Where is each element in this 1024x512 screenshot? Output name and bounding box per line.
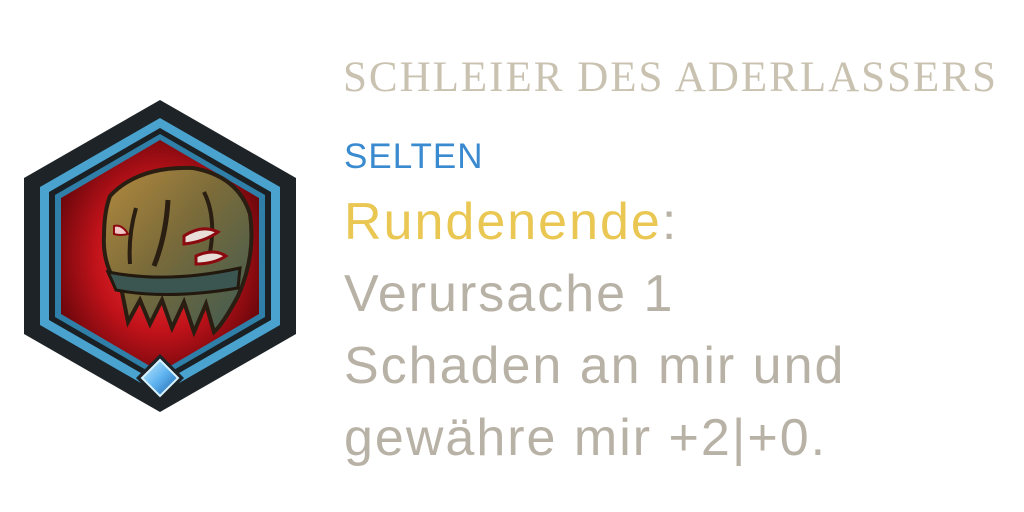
trigger-separator: : bbox=[661, 193, 679, 251]
description-line: Schaden an mir und bbox=[344, 337, 846, 395]
mask-shape bbox=[101, 165, 254, 338]
item-description: Rundenende: Verursache 1 Schaden an mir … bbox=[344, 186, 1014, 474]
item-title: SCHLEIER DES ADERLASSERS bbox=[343, 54, 998, 101]
veil-mask-icon bbox=[24, 100, 296, 412]
description-line: Verursache 1 bbox=[344, 265, 675, 323]
item-card: SCHLEIER DES ADERLASSERS SELTEN Rundenen… bbox=[0, 0, 1024, 512]
description-line-trigger: Rundenende: bbox=[344, 186, 1014, 258]
item-rarity: SELTEN bbox=[344, 137, 484, 176]
trigger-keyword: Rundenende bbox=[344, 193, 662, 251]
item-icon-frame bbox=[18, 96, 302, 416]
description-line: gewähre mir +2|+0. bbox=[344, 409, 828, 467]
